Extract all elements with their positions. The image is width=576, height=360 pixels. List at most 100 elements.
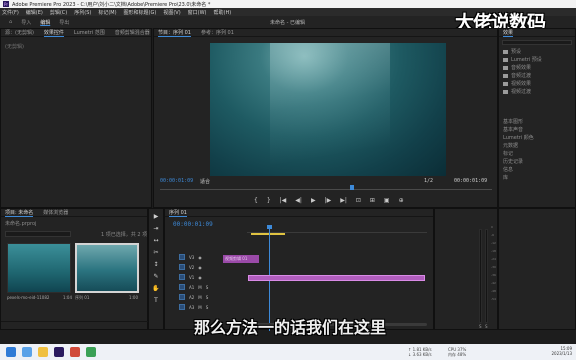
solo-left-button[interactable]: S (479, 324, 482, 329)
track-header-a1[interactable]: A1 M S (179, 283, 241, 291)
wechat-icon[interactable] (86, 347, 96, 357)
export-frame-button[interactable]: ▣ (384, 197, 390, 204)
play-button[interactable]: ▶ (311, 197, 316, 204)
track-target-icon[interactable] (179, 294, 185, 300)
project-search-input[interactable] (5, 231, 71, 237)
effects-search-input[interactable] (502, 40, 572, 45)
go-to-out-button[interactable]: ▶| (340, 197, 347, 204)
track-header-a3[interactable]: A3 M S (179, 303, 241, 311)
work-area-bar[interactable] (251, 233, 285, 235)
track-header-a2[interactable]: A2 M S (179, 293, 241, 301)
search-icon[interactable] (22, 347, 32, 357)
panel-essential-sound[interactable]: 基本声音 (499, 126, 575, 134)
solo-right-button[interactable]: S (485, 324, 488, 329)
panel-lumetri-color[interactable]: Lumetri 颜色 (499, 134, 575, 142)
panel-libraries[interactable]: 库 (499, 174, 575, 182)
track-target-icon[interactable] (179, 254, 185, 260)
solo-icon[interactable]: S (206, 295, 209, 300)
panel-history[interactable]: 历史记录 (499, 158, 575, 166)
solo-icon[interactable]: S (206, 285, 209, 290)
tab-project[interactable]: 项目: 未命名 (5, 209, 34, 217)
selection-tool-icon[interactable]: ▶ (152, 213, 160, 221)
menu-graphics[interactable]: 图形和标题(G) (124, 9, 157, 16)
tab-lumetri-scopes[interactable]: Lumetri 范围 (74, 29, 105, 36)
tab-reference[interactable]: 参考：序列 01 (201, 29, 234, 36)
track-header-v1[interactable]: V1 ◉ (179, 273, 241, 281)
program-playhead[interactable] (350, 185, 354, 190)
add-button[interactable]: ⊕ (399, 197, 404, 204)
track-target-icon[interactable] (179, 304, 185, 310)
effects-folder-video-effects[interactable]: 视频效果 (499, 80, 575, 88)
step-forward-button[interactable]: |▶ (325, 197, 332, 204)
video-clip[interactable] (248, 275, 425, 281)
tab-effects[interactable]: 效果 (503, 29, 514, 37)
program-video-frame[interactable] (210, 43, 446, 176)
menu-clip[interactable]: 剪辑(C) (50, 9, 67, 16)
program-timecode[interactable]: 00:00:01:09 (160, 178, 193, 184)
mark-out-button[interactable]: } (267, 197, 271, 204)
mute-icon[interactable]: M (198, 295, 201, 300)
clip-selector[interactable]: (无剪辑) (5, 43, 147, 50)
tab-sequence[interactable]: 序列 01 (169, 209, 187, 217)
premiere-taskbar-icon[interactable] (54, 347, 64, 357)
effects-folder-audio-transitions[interactable]: 音频过渡 (499, 72, 575, 80)
effects-folder-audio-effects[interactable]: 音频效果 (499, 64, 575, 72)
tab-media-browser[interactable]: 媒体浏览器 (43, 209, 68, 216)
razor-tool-icon[interactable]: ✂ (152, 249, 160, 257)
track-select-tool-icon[interactable]: ⇥ (152, 225, 160, 233)
menu-window[interactable]: 窗口(W) (188, 9, 207, 16)
slip-tool-icon[interactable]: ↕ (152, 261, 160, 269)
effects-folder-video-transitions[interactable]: 视频过渡 (499, 88, 575, 96)
type-tool-icon[interactable]: T (152, 297, 160, 305)
step-back-button[interactable]: ◀| (295, 197, 302, 204)
menu-view[interactable]: 视图(V) (163, 9, 180, 16)
panel-markers[interactable]: 标记 (499, 150, 575, 158)
solo-icon[interactable]: S (206, 305, 209, 310)
ripple-edit-tool-icon[interactable]: ↔ (152, 237, 160, 245)
tab-program[interactable]: 节目：序列 01 (158, 29, 191, 37)
extract-button[interactable]: ⊞ (370, 197, 375, 204)
home-icon[interactable]: ⌂ (9, 19, 12, 25)
mute-icon[interactable]: M (198, 285, 201, 290)
eye-icon[interactable]: ◉ (198, 265, 202, 270)
menu-sequence[interactable]: 序列(S) (74, 9, 91, 16)
program-ruler[interactable] (160, 189, 492, 190)
eye-icon[interactable]: ◉ (198, 255, 202, 260)
track-target-icon[interactable] (179, 264, 185, 270)
file-explorer-icon[interactable] (38, 347, 48, 357)
tab-audio-mixer[interactable]: 音频剪辑混合器 (115, 29, 150, 36)
hand-tool-icon[interactable]: ✋ (152, 285, 160, 293)
track-target-icon[interactable] (179, 284, 185, 290)
tab-export[interactable]: 导出 (59, 19, 69, 26)
eye-icon[interactable]: ◉ (198, 275, 202, 280)
mark-in-button[interactable]: { (254, 197, 258, 204)
menu-edit[interactable]: 编辑(E) (26, 9, 43, 16)
track-target-icon[interactable] (179, 274, 185, 280)
panel-metadata[interactable]: 元数据 (499, 142, 575, 150)
menu-markers[interactable]: 标记(M) (98, 9, 116, 16)
fit-dropdown[interactable]: 适合 (200, 178, 210, 185)
lift-button[interactable]: ⊡ (356, 197, 361, 204)
effects-folder-presets[interactable]: 预设 (499, 48, 575, 56)
menu-help[interactable]: 帮助(H) (214, 9, 232, 16)
quality-dropdown[interactable]: 1/2 (424, 178, 433, 184)
menu-file[interactable]: 文件(F) (2, 9, 19, 16)
tab-import[interactable]: 导入 (21, 19, 31, 26)
effects-folder-lumetri[interactable]: Lumetri 预设 (499, 56, 575, 64)
tab-edit[interactable]: 编辑 (40, 19, 50, 26)
browser-icon[interactable] (70, 347, 80, 357)
tab-effect-controls[interactable]: 效果控件 (43, 29, 64, 37)
track-header-v2[interactable]: V2 ◉ (179, 263, 241, 271)
panel-info[interactable]: 信息 (499, 166, 575, 174)
sequence-thumbnail[interactable] (75, 243, 139, 293)
panel-essential-graphics[interactable]: 基本图形 (499, 118, 575, 126)
tab-source[interactable]: 源：(无剪辑) (5, 29, 34, 36)
start-menu-icon[interactable] (6, 347, 16, 357)
timeline-timecode[interactable]: 00:00:01:09 (173, 221, 213, 228)
system-clock[interactable]: 15:09 2023/1/13 (551, 346, 572, 356)
timeline-ruler[interactable] (247, 223, 427, 233)
media-thumbnail[interactable] (7, 243, 71, 293)
mute-icon[interactable]: M (198, 305, 201, 310)
pen-tool-icon[interactable]: ✎ (152, 273, 160, 281)
go-to-in-button[interactable]: |◀ (280, 197, 287, 204)
